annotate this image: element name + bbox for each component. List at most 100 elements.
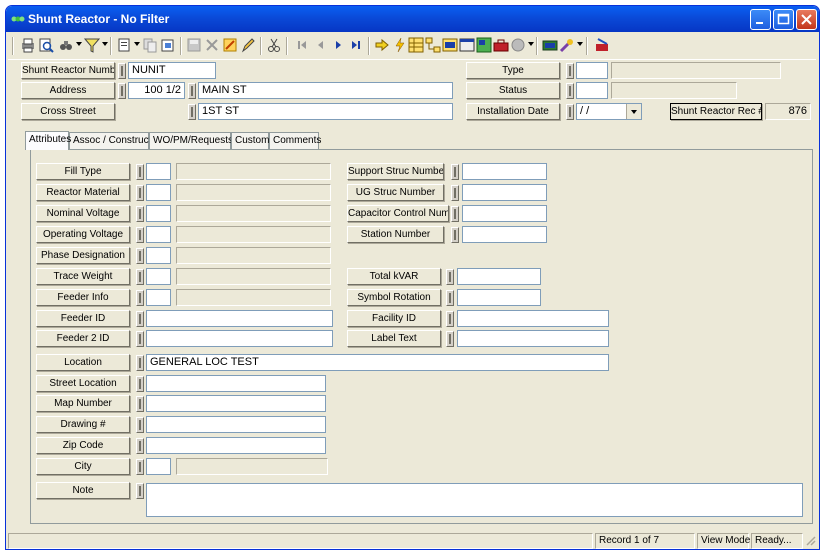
feeder-id-field[interactable] <box>146 310 333 327</box>
next-record-icon[interactable] <box>330 37 346 53</box>
address-lookup-button[interactable] <box>118 83 126 99</box>
tab-attributes[interactable]: Attributes <box>25 131 71 150</box>
symbol-rotation-field[interactable] <box>457 289 541 306</box>
globe-dropdown-arrow[interactable] <box>528 42 534 46</box>
nominal-voltage-lookup-button[interactable] <box>136 206 144 222</box>
trace-weight-lookup-button[interactable] <box>136 269 144 285</box>
phase-designation-code-field[interactable] <box>146 247 171 264</box>
label-text-lookup-button[interactable] <box>446 331 454 347</box>
station-number-lookup-button[interactable] <box>451 227 459 243</box>
symbol-rotation-lookup-button[interactable] <box>446 290 454 306</box>
grid-view-icon[interactable] <box>408 37 424 53</box>
goto-arrow-icon[interactable] <box>374 37 390 53</box>
tab-assoc-construct[interactable]: Assoc / Construct <box>69 132 151 150</box>
street-location-field[interactable] <box>146 375 326 392</box>
facility-id-field[interactable] <box>457 310 609 327</box>
tools-dropdown-arrow[interactable] <box>577 42 583 46</box>
filter-icon[interactable] <box>84 37 100 53</box>
shunt-reactor-rec-button[interactable]: Shunt Reactor Rec # <box>670 103 762 120</box>
new-dropdown-arrow[interactable] <box>134 42 140 46</box>
ug-struc-number-field[interactable] <box>462 184 547 201</box>
feeder-info-code-field[interactable] <box>146 289 171 306</box>
minimize-button[interactable] <box>750 9 771 30</box>
status-lookup-button[interactable] <box>566 83 574 99</box>
support-struc-number-lookup-button[interactable] <box>451 164 459 180</box>
facility-id-lookup-button[interactable] <box>446 311 454 327</box>
station-number-field[interactable] <box>462 226 547 243</box>
date-picker-button[interactable] <box>626 104 641 119</box>
edit-icon[interactable] <box>222 37 238 53</box>
cut-icon[interactable] <box>266 37 282 53</box>
fill-type-code-field[interactable] <box>146 163 171 180</box>
total-kvar-field[interactable] <box>457 268 541 285</box>
window-icon[interactable] <box>459 37 475 53</box>
map-number-lookup-button[interactable] <box>136 396 144 412</box>
open-record-icon[interactable] <box>160 37 176 53</box>
type-code-field[interactable] <box>576 62 608 79</box>
lightning-icon[interactable] <box>392 37 408 53</box>
city-lookup-button[interactable] <box>136 459 144 475</box>
operating-voltage-lookup-button[interactable] <box>136 227 144 243</box>
print-icon[interactable] <box>20 37 36 53</box>
cross-street-field[interactable]: 1ST ST <box>198 103 453 120</box>
shunt-reactor-number-lookup-button[interactable] <box>118 63 126 79</box>
copy-record-icon[interactable] <box>142 37 158 53</box>
trace-weight-code-field[interactable] <box>146 268 171 285</box>
reactor-material-lookup-button[interactable] <box>136 185 144 201</box>
maximize-button[interactable] <box>773 9 794 30</box>
capacitor-control-number-lookup-button[interactable] <box>451 206 459 222</box>
note-field[interactable] <box>146 483 803 517</box>
report-icon[interactable] <box>442 37 458 53</box>
installation-date-field[interactable]: / / <box>576 103 642 120</box>
new-record-icon[interactable] <box>116 37 132 53</box>
ug-struc-number-lookup-button[interactable] <box>451 185 459 201</box>
capacitor-control-number-field[interactable] <box>462 205 547 222</box>
location-field[interactable]: GENERAL LOC TEST <box>146 354 609 371</box>
tab-comments[interactable]: Comments <box>269 132 321 150</box>
nominal-voltage-code-field[interactable] <box>146 205 171 222</box>
drawing-number-lookup-button[interactable] <box>136 417 144 433</box>
filter-dropdown-arrow[interactable] <box>102 42 108 46</box>
title-bar[interactable]: Shunt Reactor - No Filter <box>6 6 819 32</box>
street-lookup-button[interactable] <box>188 83 196 99</box>
support-struc-number-field[interactable] <box>462 163 547 180</box>
feeder-info-lookup-button[interactable] <box>136 290 144 306</box>
zip-code-lookup-button[interactable] <box>136 438 144 454</box>
street-location-lookup-button[interactable] <box>136 376 144 392</box>
find-icon[interactable] <box>58 37 74 53</box>
reactor-material-code-field[interactable] <box>146 184 171 201</box>
zip-code-field[interactable] <box>146 437 326 454</box>
tab-custom[interactable]: Custom <box>231 132 269 150</box>
total-kvar-lookup-button[interactable] <box>446 269 454 285</box>
city-code-field[interactable] <box>146 458 171 475</box>
label-text-field[interactable] <box>457 330 609 347</box>
resize-grip-icon[interactable] <box>805 535 816 547</box>
find-dropdown-arrow[interactable] <box>76 42 82 46</box>
location-lookup-button[interactable] <box>136 355 144 371</box>
address-street-field[interactable]: MAIN ST <box>198 82 453 99</box>
toolbox-icon[interactable] <box>493 37 509 53</box>
print-preview-icon[interactable] <box>38 37 54 53</box>
pencil-icon[interactable] <box>240 37 256 53</box>
book-icon[interactable] <box>542 37 558 53</box>
hierarchy-icon[interactable] <box>425 37 441 53</box>
delete-icon[interactable] <box>204 37 220 53</box>
installation-date-lookup-button[interactable] <box>566 104 574 120</box>
tools-icon[interactable] <box>559 37 575 53</box>
previous-record-icon[interactable] <box>312 37 328 53</box>
feeder-id-lookup-button[interactable] <box>136 311 144 327</box>
cross-street-lookup-button[interactable] <box>188 104 196 120</box>
map-number-field[interactable] <box>146 395 326 412</box>
last-record-icon[interactable] <box>348 37 364 53</box>
phase-designation-lookup-button[interactable] <box>136 248 144 264</box>
shunt-reactor-number-field[interactable]: NUNIT <box>128 62 216 79</box>
first-record-icon[interactable] <box>294 37 310 53</box>
operating-voltage-code-field[interactable] <box>146 226 171 243</box>
feeder-2-id-lookup-button[interactable] <box>136 331 144 347</box>
feeder-2-id-field[interactable] <box>146 330 333 347</box>
fill-type-lookup-button[interactable] <box>136 164 144 180</box>
drawing-number-field[interactable] <box>146 416 326 433</box>
tab-wo-pm-requests[interactable]: WO/PM/Requests <box>149 132 233 150</box>
note-lookup-button[interactable] <box>136 483 144 499</box>
status-code-field[interactable] <box>576 82 608 99</box>
